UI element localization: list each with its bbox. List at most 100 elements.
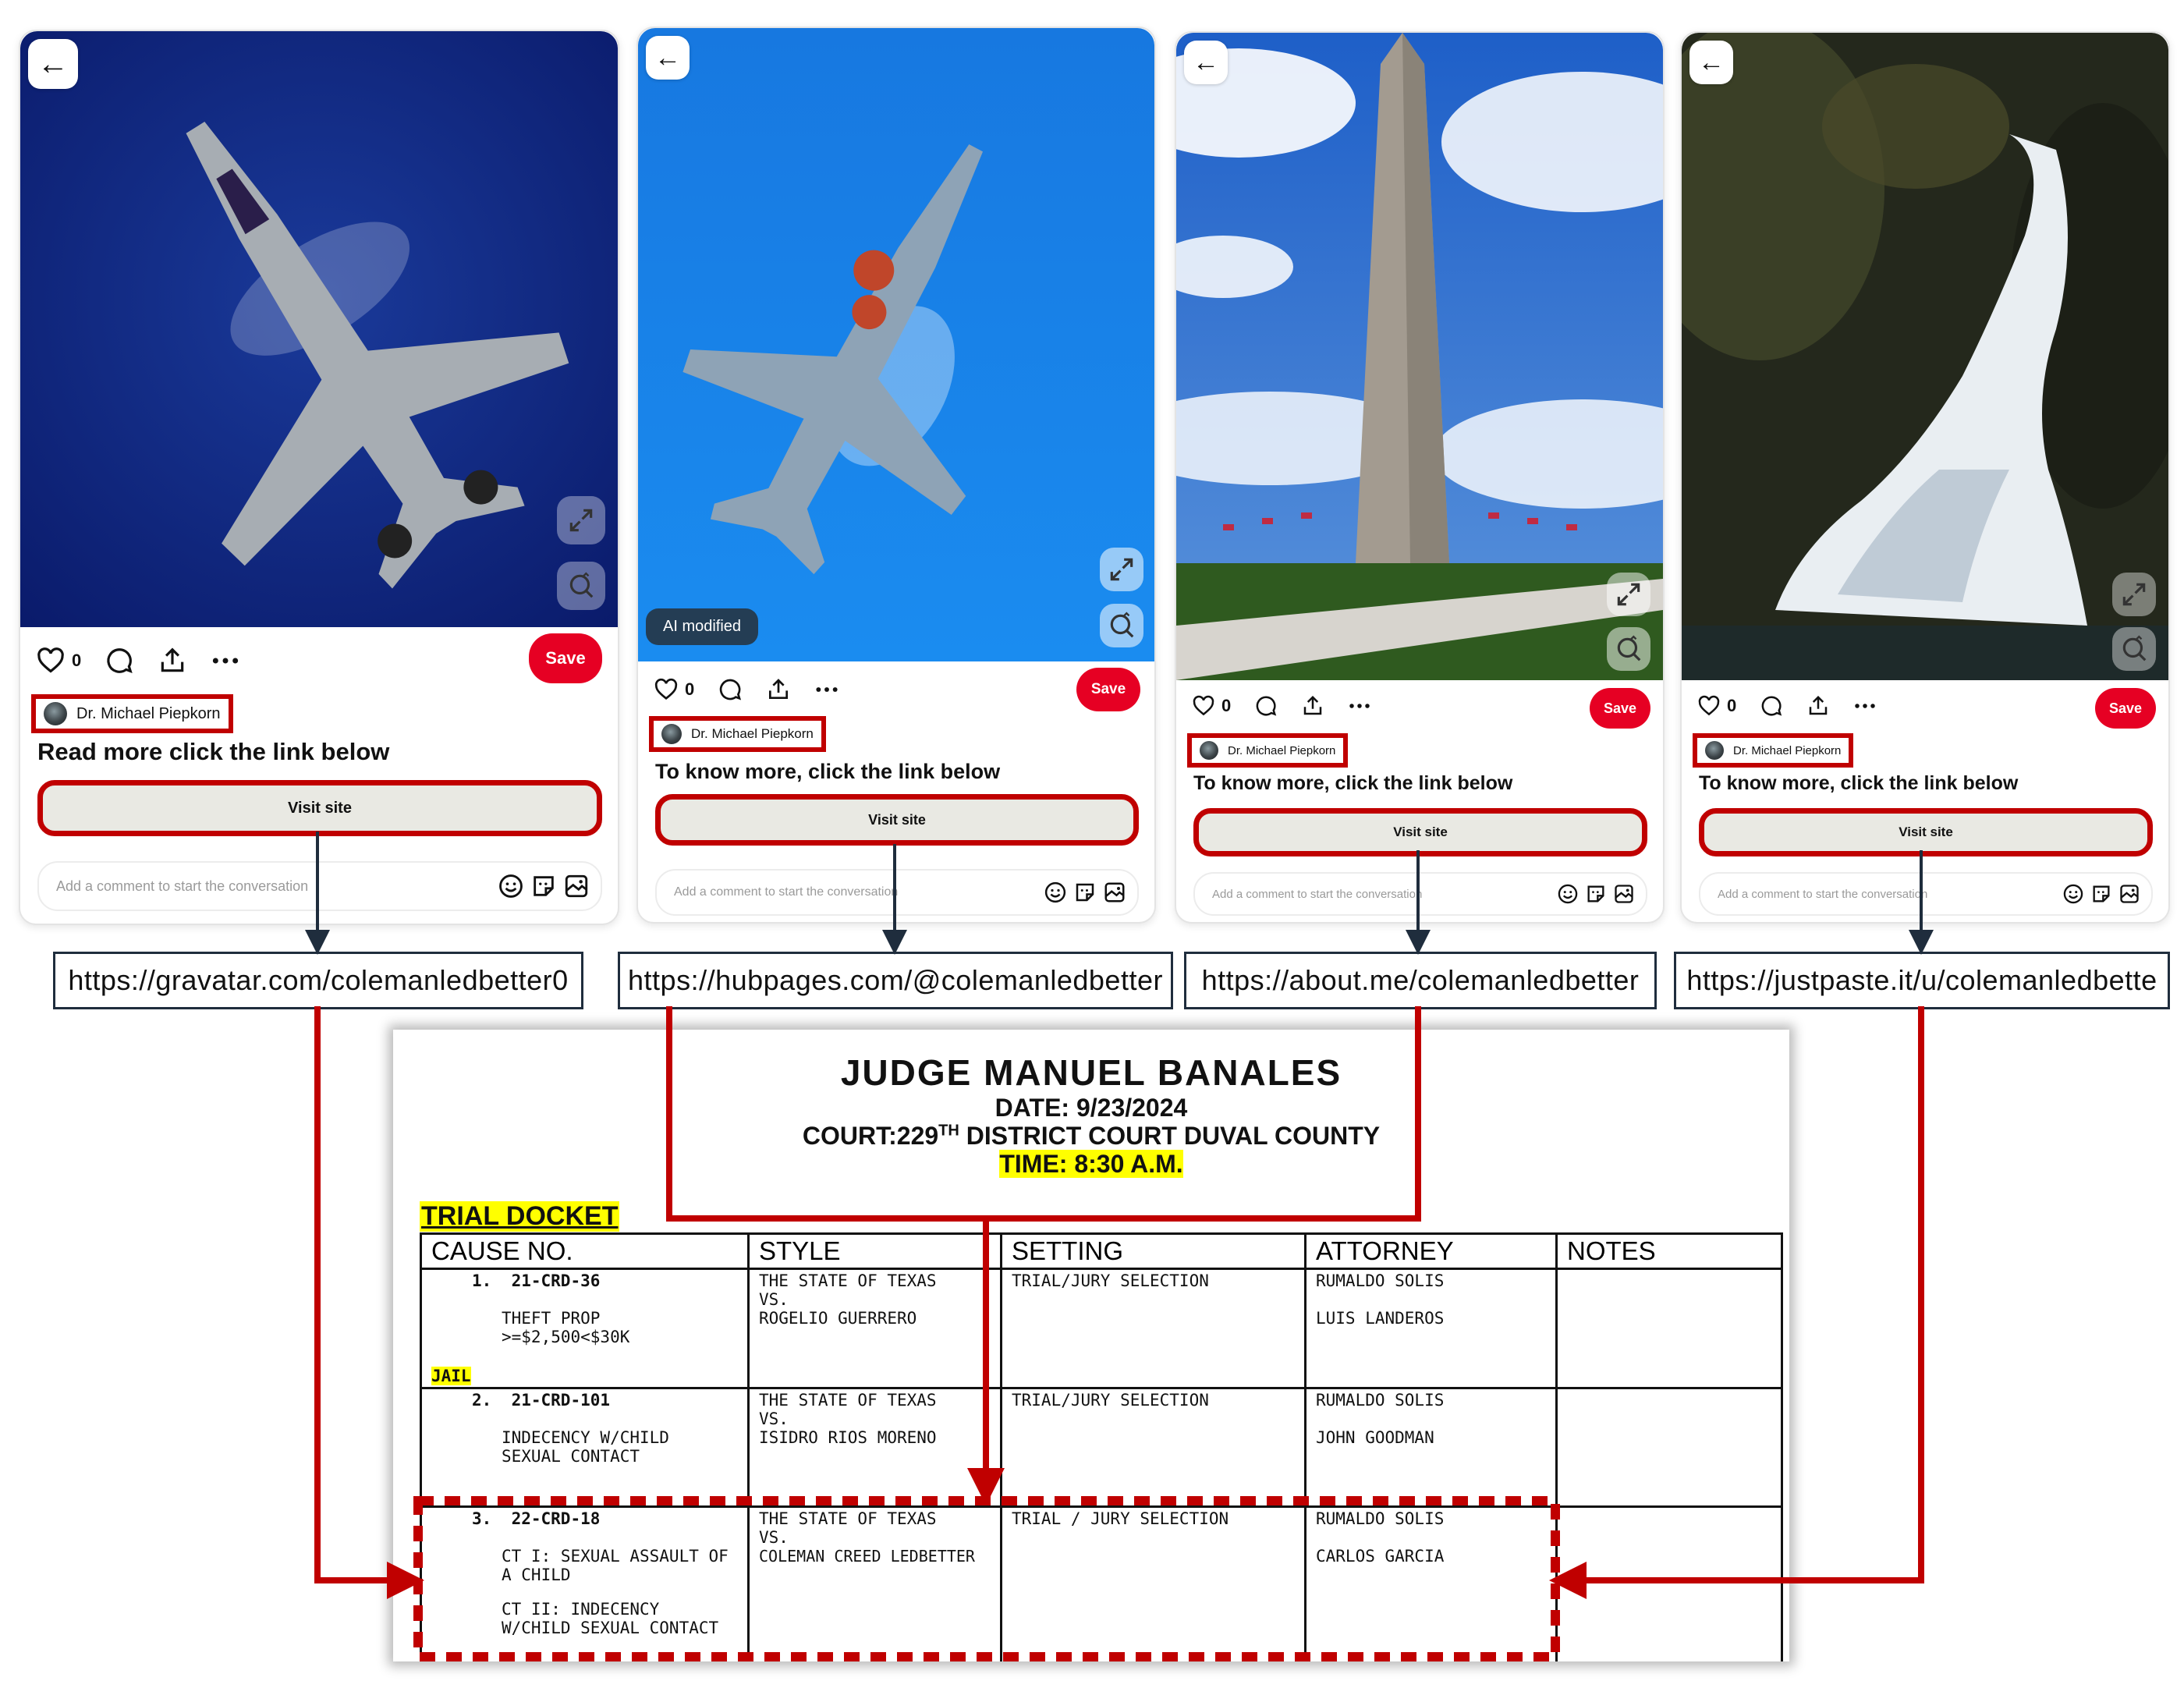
sticker-icon[interactable] [1585,883,1607,905]
like-button[interactable]: 0 [1697,694,1736,718]
comment-icon[interactable] [105,646,134,676]
author-name: Dr. Michael Piepkorn [1228,743,1336,757]
more-options-icon[interactable] [814,677,839,702]
attorney-name: RUMALDO SOLIS [1316,1509,1445,1528]
save-button[interactable]: Save [1590,688,1650,729]
back-arrow-icon[interactable]: ← [1184,41,1228,84]
docket-header-row: CAUSE NO. STYLE SETTING ATTORNEY NOTES [420,1232,1783,1270]
style-line: COLEMAN CREED LEDBETTER [759,1547,975,1566]
setting-cell: TRIAL/JURY SELECTION [1000,1268,1306,1389]
attorney-name: RUMALDO SOLIS [1316,1391,1445,1410]
sticker-icon[interactable] [530,873,557,899]
image-upload-icon[interactable] [2118,883,2140,905]
style-cell: THE STATE OF TEXAS VS. COLEMAN CREED LED… [747,1506,1002,1661]
charge-text: INDECENCY W/CHILD SEXUAL CONTACT [502,1428,669,1466]
style-line: THE STATE OF TEXAS [759,1509,937,1528]
row-number: 2. [472,1391,492,1410]
share-icon[interactable] [766,677,791,702]
author-name: Dr. Michael Piepkorn [691,726,814,741]
save-button[interactable]: Save [2095,688,2156,729]
comment-input[interactable]: Add a comment to start the conversation [1699,872,2153,916]
expand-icon[interactable] [1100,548,1143,591]
expand-icon[interactable] [1607,573,1650,616]
attorney-name: CARLOS GARCIA [1316,1547,1445,1566]
sticker-icon[interactable] [2090,883,2112,905]
emoji-icon[interactable] [1557,883,1579,905]
pin-photo-fighter-jet[interactable]: ← [20,31,618,627]
attorney-cell: RUMALDO SOLIS JOHN GOODMAN [1304,1388,1558,1508]
more-options-icon[interactable] [211,646,240,676]
comment-input[interactable]: Add a comment to start the conversation [655,869,1139,916]
pin-photo-washington-monument[interactable]: ← [1176,33,1663,680]
visit-site-button[interactable]: Visit site [37,780,602,836]
author-link[interactable]: Dr. Michael Piepkorn [1693,733,1854,768]
url-box-aboutme: https://about.me/colemanledbetter [1184,952,1657,1009]
pin-photo-fighter-jet[interactable]: ← AI modified [638,28,1154,661]
share-icon[interactable] [1301,694,1324,718]
more-options-icon[interactable] [1348,694,1371,718]
comment-placeholder: Add a comment to start the conversation [674,885,899,899]
visit-site-button[interactable]: Visit site [1699,808,2153,856]
notes-cell [1555,1506,1783,1661]
charge-text: THEFT PROP >=$2,500<$30K [502,1309,630,1346]
attorney-name: RUMALDO SOLIS [1316,1271,1445,1290]
jail-tag: JAIL [431,1367,471,1385]
pin-caption: Read more click the link below [37,738,390,765]
expand-icon[interactable] [557,496,605,544]
url-box-justpaste: https://justpaste.it/u/colemanledbette [1674,952,2170,1009]
like-button[interactable]: 0 [36,646,81,676]
emoji-icon[interactable] [1044,881,1067,904]
docket-court-prefix: COURT:229 [802,1122,939,1150]
visit-site-button[interactable]: Visit site [655,794,1139,846]
image-upload-icon[interactable] [1103,881,1126,904]
style-line: VS. [759,1528,789,1547]
pin-photo-waterfall[interactable]: ← [1682,33,2168,680]
author-name: Dr. Michael Piepkorn [76,704,221,722]
docket-table: CAUSE NO. STYLE SETTING ATTORNEY NOTES 1… [420,1232,1783,1661]
sticker-icon[interactable] [1073,881,1097,904]
col-cause-no: CAUSE NO. [420,1232,750,1270]
notes-cell [1555,1388,1783,1508]
back-arrow-icon[interactable]: ← [28,39,78,89]
heart-icon [1697,694,1721,718]
like-button[interactable]: 0 [654,677,694,702]
back-arrow-icon[interactable]: ← [646,36,690,80]
more-options-icon[interactable] [1853,694,1877,718]
charge-text: CT II: INDECENCY W/CHILD SEXUAL CONTACT [502,1600,719,1637]
image-upload-icon[interactable] [1613,883,1635,905]
share-icon[interactable] [1806,694,1830,718]
pin-card-4: ← 0 Save Dr. Michael Piepkorn To know mo… [1680,31,2170,924]
comment-icon[interactable] [1254,694,1278,718]
back-arrow-icon[interactable]: ← [1689,41,1733,84]
attorney-cell: RUMALDO SOLIS CARLOS GARCIA [1304,1506,1558,1661]
emoji-icon[interactable] [2062,883,2084,905]
setting-cell: TRIAL / JURY SELECTION [1000,1506,1306,1661]
url-box-gravatar: https://gravatar.com/colemanledbetter0 [53,952,583,1009]
save-button[interactable]: Save [1076,668,1140,711]
author-link[interactable]: Dr. Michael Piepkorn [31,694,233,733]
col-setting: SETTING [1000,1232,1306,1270]
comment-icon[interactable] [1760,694,1783,718]
author-link[interactable]: Dr. Michael Piepkorn [649,716,826,752]
visual-search-icon[interactable] [1100,604,1143,647]
comment-icon[interactable] [718,677,743,702]
visual-search-icon[interactable] [2112,627,2156,671]
image-upload-icon[interactable] [563,873,590,899]
avatar [1705,741,1724,760]
comment-input[interactable]: Add a comment to start the conversation [1193,872,1647,916]
expand-icon[interactable] [2112,573,2156,616]
visual-search-icon[interactable] [1607,627,1650,671]
avatar [1200,741,1218,760]
pin-action-bar: 0 [1192,694,1395,718]
court-docket-document: JUDGE MANUEL BANALES DATE: 9/23/2024 COU… [393,1030,1789,1661]
visual-search-icon[interactable] [557,562,605,610]
author-link[interactable]: Dr. Michael Piepkorn [1187,733,1349,768]
emoji-icon[interactable] [498,873,524,899]
save-button[interactable]: Save [529,633,602,683]
comment-input[interactable]: Add a comment to start the conversation [37,861,602,911]
like-button[interactable]: 0 [1192,694,1231,718]
heart-icon [1192,694,1215,718]
share-icon[interactable] [158,646,187,676]
pin-card-2: ← AI modified 0 Save Dr. Michael Piepkor… [636,27,1156,924]
visit-site-button[interactable]: Visit site [1193,808,1647,856]
